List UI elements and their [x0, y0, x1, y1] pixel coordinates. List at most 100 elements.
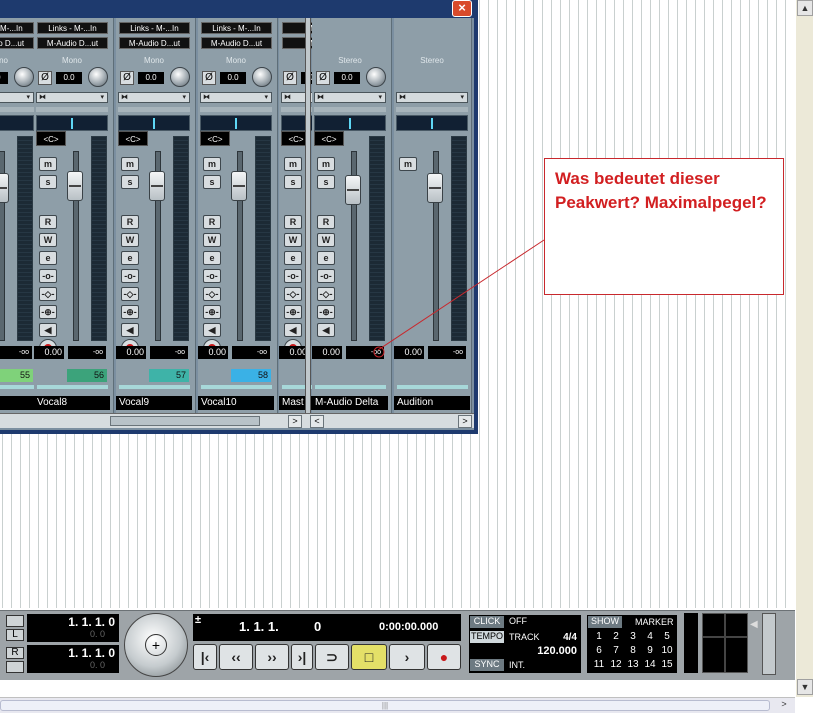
insert-selector[interactable]: ⧓▾ — [396, 92, 468, 103]
input-gain-value[interactable]: 0.0 — [138, 72, 164, 84]
eq-bypass-button[interactable]: -◇- — [284, 287, 302, 301]
send-bypass-button[interactable]: -⊕- — [39, 305, 57, 319]
mixer-divider[interactable] — [305, 18, 311, 428]
peak-readout[interactable]: -oo — [428, 346, 466, 359]
mixer-scrollbar[interactable]: > < > — [0, 413, 474, 428]
volume-fader[interactable] — [231, 171, 247, 201]
marker-button[interactable]: 12 — [608, 659, 624, 670]
tempo-label[interactable]: TEMPO — [470, 631, 504, 643]
solo-button[interactable]: s — [284, 175, 302, 189]
volume-fader[interactable] — [345, 175, 361, 205]
insert-selector[interactable]: ⧓▾ — [118, 92, 190, 103]
phase-icon[interactable]: Ø — [120, 71, 134, 85]
insert-bypass-button[interactable]: -o- — [203, 269, 221, 283]
stop-button[interactable]: □ — [351, 644, 387, 670]
phase-icon[interactable]: Ø — [283, 71, 297, 85]
insert-selector[interactable]: ⧓▾ — [0, 92, 34, 103]
read-button[interactable]: R — [317, 215, 335, 229]
insert-selector[interactable]: ⧓▾ — [36, 92, 108, 103]
volume-readout[interactable]: 0.00 — [394, 346, 424, 359]
marker-button[interactable]: 13 — [625, 659, 641, 670]
marker-button[interactable]: 3 — [625, 631, 641, 642]
fast-forward-button[interactable]: ›› — [255, 644, 289, 670]
input-gain-knob[interactable] — [88, 67, 108, 87]
go-to-start-button[interactable]: |‹ — [193, 644, 217, 670]
marker-button[interactable]: 7 — [608, 645, 624, 656]
mixer-scroll-right-2[interactable]: > — [458, 415, 472, 428]
rewind-button[interactable]: ‹‹ — [219, 644, 253, 670]
pan-value[interactable]: <C> — [200, 131, 230, 146]
marker-button[interactable]: 2 — [608, 631, 624, 642]
send-bypass-button[interactable]: -⊕- — [121, 305, 139, 319]
show-marker-button[interactable]: SHOW — [588, 616, 622, 628]
eq-bypass-button[interactable]: -◇- — [203, 287, 221, 301]
write-button[interactable]: W — [39, 233, 57, 247]
channel-name[interactable]: Vocal10 — [198, 396, 274, 410]
read-button[interactable]: R — [203, 215, 221, 229]
output-routing[interactable]: M-Audio D...ut — [201, 37, 272, 49]
mute-button[interactable]: m — [317, 157, 335, 171]
pan-value[interactable]: <C> — [118, 131, 148, 146]
sync-label[interactable]: SYNC — [470, 659, 504, 671]
edit-button[interactable]: e — [121, 251, 139, 265]
marker-button[interactable]: 1 — [591, 631, 607, 642]
play-button[interactable]: › — [389, 644, 425, 670]
marker-button[interactable]: 11 — [591, 659, 607, 670]
insert-selector[interactable]: ⧓▾ — [200, 92, 272, 103]
marker-button[interactable]: 5 — [659, 631, 675, 642]
volume-readout[interactable]: 0.00 — [34, 346, 64, 359]
eq-bypass-button[interactable]: -◇- — [39, 287, 57, 301]
input-routing[interactable]: Links - M-...In — [0, 22, 34, 34]
marker-button[interactable]: 8 — [625, 645, 641, 656]
pan-value[interactable]: <C> — [36, 131, 66, 146]
input-gain-knob[interactable] — [252, 67, 272, 87]
channel-name[interactable]: M-Audio Delta — [312, 396, 388, 410]
peak-readout[interactable]: -oo — [232, 346, 270, 359]
input-routing[interactable]: Links - M-...In — [119, 22, 190, 34]
output-routing[interactable]: M-Audio D...ut — [37, 37, 108, 49]
position-display[interactable]: ± 1. 1. 1. 0 0:00:00.000 — [193, 614, 461, 641]
marker-button[interactable]: 10 — [659, 645, 675, 656]
input-routing[interactable]: Links - M-...In — [201, 22, 272, 34]
monitor-button[interactable]: ◀ — [39, 323, 57, 337]
monitor-button[interactable]: ◀ — [284, 323, 302, 337]
go-to-end-button[interactable]: ›| — [291, 644, 313, 670]
phase-icon[interactable]: Ø — [38, 71, 52, 85]
solo-button[interactable]: s — [203, 175, 221, 189]
output-routing[interactable]: M-Audio D...ut — [119, 37, 190, 49]
input-gain-knob[interactable] — [366, 67, 386, 87]
eq-bypass-button[interactable]: -◇- — [317, 287, 335, 301]
input-gain-knob[interactable] — [170, 67, 190, 87]
right-locator-display[interactable]: 1. 1. 1. 0 0. 0 — [27, 645, 119, 673]
click-label[interactable]: CLICK — [470, 616, 504, 628]
vertical-scrollbar[interactable]: ▲ ▼ — [795, 0, 813, 697]
marker-button[interactable]: 4 — [642, 631, 658, 642]
scroll-down-button[interactable]: ▼ — [797, 679, 813, 695]
solo-button[interactable]: s — [317, 175, 335, 189]
mute-button[interactable]: m — [399, 157, 417, 171]
marker-button[interactable]: 15 — [659, 659, 675, 670]
mixer-scroll-left[interactable]: < — [310, 415, 324, 428]
marker-button[interactable]: 9 — [642, 645, 658, 656]
input-gain-knob[interactable] — [14, 67, 34, 87]
channel-name[interactable]: Vocal8 — [34, 396, 110, 410]
input-gain-value[interactable]: 0.0 — [334, 72, 360, 84]
volume-fader[interactable] — [0, 173, 9, 203]
edit-button[interactable]: e — [203, 251, 221, 265]
send-bypass-button[interactable]: -⊕- — [284, 305, 302, 319]
volume-readout[interactable]: 0.00 — [198, 346, 228, 359]
input-routing[interactable]: Links - M-...In — [37, 22, 108, 34]
send-bypass-button[interactable]: -⊕- — [317, 305, 335, 319]
write-button[interactable]: W — [121, 233, 139, 247]
volume-readout[interactable]: 0.00 — [312, 346, 342, 359]
write-button[interactable]: W — [317, 233, 335, 247]
volume-fader[interactable] — [427, 173, 443, 203]
cycle-icon[interactable] — [6, 615, 24, 627]
mute-button[interactable]: m — [203, 157, 221, 171]
pan-value[interactable]: <C> — [314, 131, 344, 146]
channel-name[interactable]: Vocal9 — [116, 396, 192, 410]
edit-button[interactable]: e — [284, 251, 302, 265]
mute-button[interactable]: m — [39, 157, 57, 171]
mute-button[interactable]: m — [284, 157, 302, 171]
channel-name[interactable]: Audition — [394, 396, 470, 410]
